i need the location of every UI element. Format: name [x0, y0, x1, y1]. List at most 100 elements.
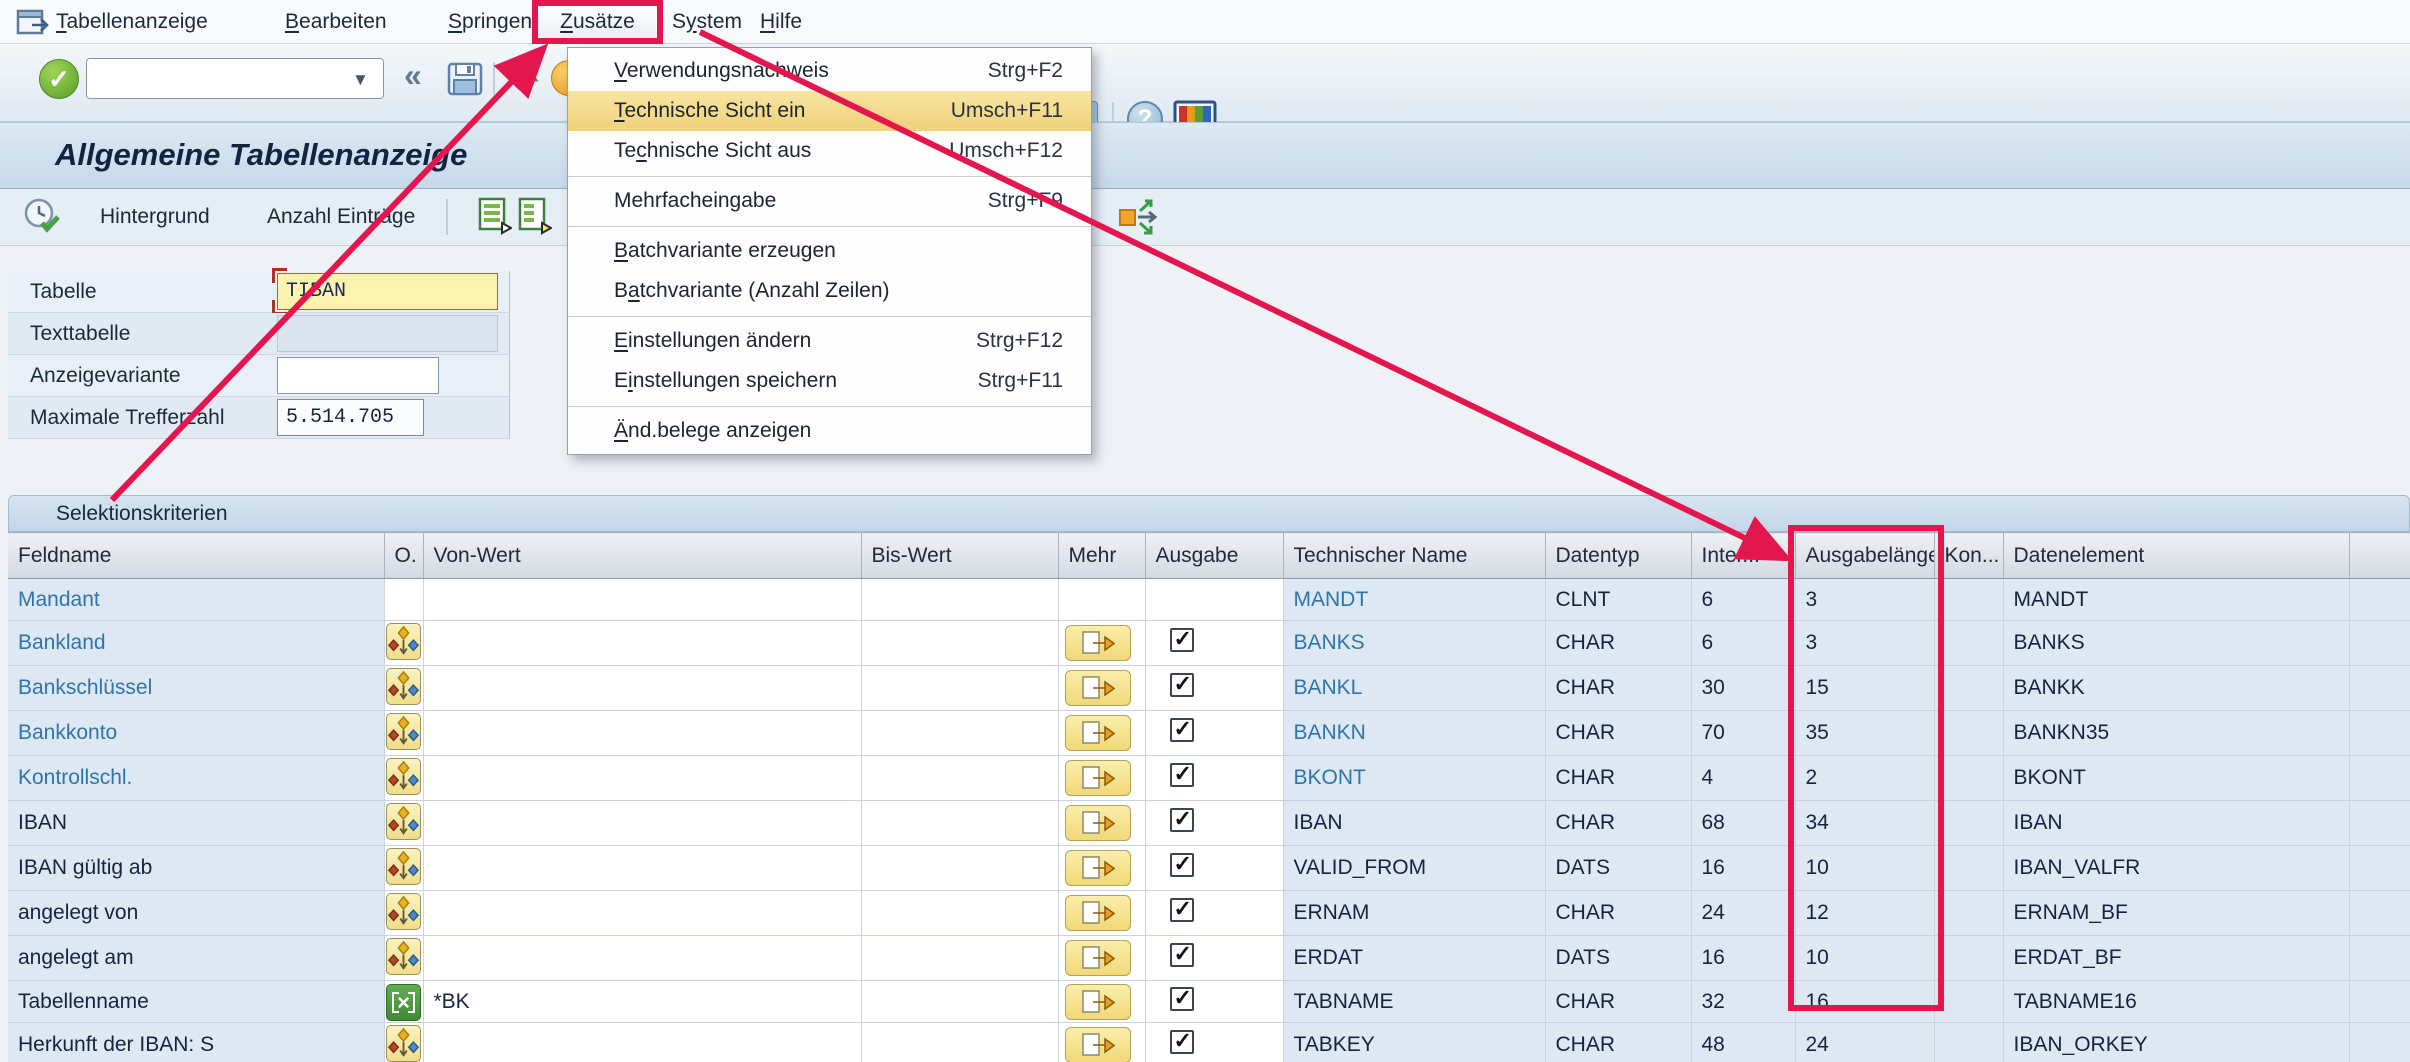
von-wert-cell[interactable]: *BK	[423, 981, 861, 1023]
expand-fullscreen-icon[interactable]	[1116, 195, 1164, 239]
multiple-selection-icon[interactable]	[386, 803, 421, 840]
column-header[interactable]: Datenelement	[2003, 533, 2349, 579]
multiple-selection-icon[interactable]	[386, 713, 421, 750]
ausgabe-checkbox[interactable]: ✓	[1170, 898, 1194, 922]
dropdown-menu-item[interactable]: Mehrfacheingabe Strg+F9	[568, 181, 1091, 221]
column-header[interactable]: Technischer Name	[1283, 533, 1545, 579]
von-wert-cell[interactable]	[423, 891, 861, 936]
dropdown-menu-item[interactable]: Änd.belege anzeigen	[568, 411, 1091, 451]
bis-wert-cell[interactable]	[861, 666, 1058, 711]
menu-zusaetze[interactable]: Zusätze	[535, 4, 660, 40]
ausgabe-checkbox[interactable]: ✓	[1170, 718, 1194, 742]
multiple-selection-icon[interactable]	[386, 848, 421, 885]
back-icon[interactable]: ««	[506, 54, 536, 93]
von-wert-cell[interactable]	[423, 756, 861, 801]
max-trefferzahl-input[interactable]: 5.514.705	[277, 399, 424, 436]
multiple-selection-icon[interactable]	[386, 938, 421, 975]
von-wert-cell[interactable]	[423, 846, 861, 891]
dropdown-menu-item[interactable]: Verwendungsnachweis Strg+F2	[568, 51, 1091, 91]
column-header[interactable]: Bis-Wert	[861, 533, 1058, 579]
column-header[interactable]: O.	[384, 533, 423, 579]
dropdown-menu-item[interactable]: Einstellungen speichern Strg+F11	[568, 361, 1091, 401]
collapse-chevron-icon[interactable]: «	[404, 57, 422, 94]
command-field-input[interactable]	[86, 58, 384, 99]
von-wert-cell[interactable]	[423, 801, 861, 846]
column-header[interactable]: Von-Wert	[423, 533, 861, 579]
column-header[interactable]: Inter...	[1691, 533, 1795, 579]
ausgabe-checkbox[interactable]: ✓	[1170, 808, 1194, 832]
bis-wert-cell[interactable]	[861, 621, 1058, 666]
enter-check-icon[interactable]: ✓	[39, 59, 79, 99]
save-icon[interactable]	[445, 59, 485, 99]
ausgabe-checkbox[interactable]: ✓	[1170, 987, 1194, 1011]
column-header[interactable]: Mehr	[1058, 533, 1145, 579]
ausgabe-checkbox[interactable]: ✓	[1170, 853, 1194, 877]
select-all-fields-icon[interactable]	[478, 197, 512, 235]
bis-wert-cell[interactable]	[861, 756, 1058, 801]
anzeigevariante-input[interactable]	[277, 357, 439, 394]
column-header[interactable]: Datentyp	[1545, 533, 1691, 579]
bis-wert-cell[interactable]	[861, 579, 1058, 621]
multiple-selection-icon[interactable]	[386, 1025, 421, 1062]
hintergrund-button[interactable]: Hintergrund	[100, 189, 210, 245]
multiple-selection-icon[interactable]	[386, 668, 421, 705]
mehr-button[interactable]	[1065, 805, 1131, 841]
menu-tabellenanzeige[interactable]: Tabellenanzeige	[48, 0, 216, 43]
bis-wert-cell[interactable]	[861, 1023, 1058, 1062]
ausgabe-checkbox[interactable]: ✓	[1170, 1030, 1194, 1054]
von-wert-cell[interactable]	[423, 936, 861, 981]
ausgabe-checkbox[interactable]: ✓	[1170, 673, 1194, 697]
menu-hilfe[interactable]: Hilfe	[752, 0, 810, 43]
texttabelle-label: Texttabelle	[30, 313, 130, 354]
deselect-all-fields-icon[interactable]	[518, 197, 552, 235]
column-header[interactable]: Feldname	[8, 533, 384, 579]
von-wert-cell[interactable]	[423, 1023, 861, 1062]
dropdown-menu-item[interactable]: Technische Sicht ein Umsch+F11	[568, 91, 1091, 131]
dropdown-menu-item[interactable]: Batchvariante erzeugen	[568, 231, 1091, 271]
bis-wert-cell[interactable]	[861, 711, 1058, 756]
mehr-button[interactable]	[1065, 625, 1131, 661]
menu-springen[interactable]: Springen	[440, 0, 540, 43]
column-header[interactable]: Ausgabelänge	[1795, 533, 1934, 579]
menu-bearbeiten[interactable]: Bearbeiten	[277, 0, 395, 43]
von-wert-cell[interactable]	[423, 621, 861, 666]
von-wert-cell[interactable]	[423, 666, 861, 711]
dropdown-menu-item[interactable]: Einstellungen ändern Strg+F12	[568, 321, 1091, 361]
tabelle-input[interactable]: TIBAN	[277, 273, 498, 310]
von-wert-cell[interactable]	[423, 711, 861, 756]
mehr-button[interactable]	[1065, 850, 1131, 886]
anzahl-eintraege-button[interactable]: Anzahl Einträge	[267, 189, 415, 245]
bis-wert-cell[interactable]	[861, 936, 1058, 981]
menu-system[interactable]: System	[664, 0, 750, 43]
mehr-button[interactable]	[1065, 715, 1131, 751]
exclude-selection-icon[interactable]: ×	[386, 984, 421, 1021]
multiple-selection-icon[interactable]	[386, 623, 421, 660]
ausgabe-checkbox[interactable]: ✓	[1170, 628, 1194, 652]
mehr-button[interactable]	[1065, 670, 1131, 706]
ausgabe-cell: ✓	[1145, 891, 1283, 936]
bis-wert-cell[interactable]	[861, 846, 1058, 891]
column-header[interactable]: Kon...	[1934, 533, 2003, 579]
command-dropdown-icon[interactable]: ▼	[352, 70, 369, 90]
option-cell: ×	[384, 981, 423, 1023]
mehr-button[interactable]	[1065, 895, 1131, 931]
ausgabe-checkbox[interactable]: ✓	[1170, 763, 1194, 787]
mehr-button[interactable]	[1065, 984, 1131, 1020]
mehr-button[interactable]	[1065, 760, 1131, 796]
ausgabe-checkbox[interactable]: ✓	[1170, 943, 1194, 967]
dropdown-menu-item[interactable]: Batchvariante (Anzahl Zeilen)	[568, 271, 1091, 311]
bis-wert-cell[interactable]	[861, 891, 1058, 936]
multiple-selection-icon[interactable]	[386, 758, 421, 795]
execute-in-background-icon[interactable]	[22, 197, 62, 237]
mehr-button[interactable]	[1065, 1027, 1131, 1062]
dropdown-menu-item[interactable]: Technische Sicht aus Umsch+F12	[568, 131, 1091, 171]
bis-wert-cell[interactable]	[861, 981, 1058, 1023]
ausgabelaenge-cell: 16	[1795, 981, 1934, 1023]
bis-wert-cell[interactable]	[861, 801, 1058, 846]
column-header[interactable]	[2349, 533, 2410, 579]
session-window-icon[interactable]	[16, 7, 50, 37]
von-wert-cell[interactable]	[423, 579, 861, 621]
column-header[interactable]: Ausgabe	[1145, 533, 1283, 579]
multiple-selection-icon[interactable]	[386, 893, 421, 930]
mehr-button[interactable]	[1065, 940, 1131, 976]
